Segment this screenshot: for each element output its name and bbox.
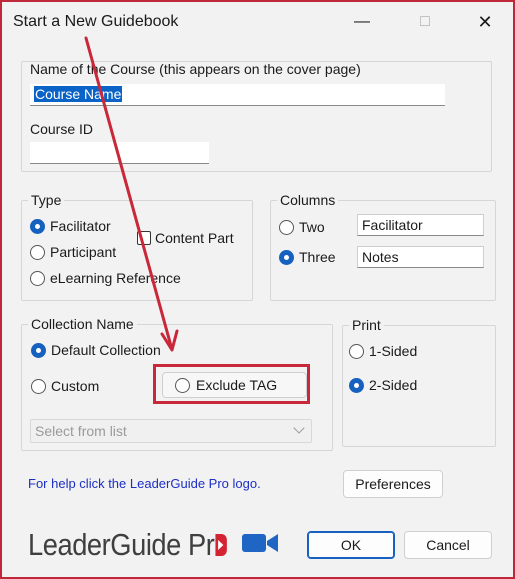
- type-elearning-radio[interactable]: [30, 271, 45, 286]
- type-facilitator-label[interactable]: Facilitator: [50, 218, 111, 234]
- course-id-label: Course ID: [30, 121, 94, 137]
- logo-play-mark-icon: [215, 534, 227, 556]
- print-two-sided-radio[interactable]: [349, 378, 364, 393]
- content-part-label[interactable]: Content Part: [155, 230, 234, 246]
- print-one-sided-radio[interactable]: [349, 344, 364, 359]
- exclude-tag-label: Exclude TAG: [196, 377, 278, 393]
- collection-default-label[interactable]: Default Collection: [51, 342, 161, 358]
- exclude-tag-radio[interactable]: [175, 377, 190, 393]
- columns-two-label[interactable]: Two: [299, 219, 325, 235]
- ok-button[interactable]: OK: [307, 531, 395, 559]
- course-name-value: Course Name: [34, 86, 123, 102]
- columns-three-label[interactable]: Three: [299, 249, 336, 265]
- columns-three-radio[interactable]: [279, 250, 294, 265]
- close-icon[interactable]: ✕: [465, 8, 505, 36]
- collection-custom-radio[interactable]: [31, 379, 46, 394]
- dialog-window: Start a New Guidebook — □ ✕ Name of the …: [0, 0, 515, 579]
- video-camera-icon[interactable]: [241, 531, 279, 555]
- print-two-sided-label[interactable]: 2-Sided: [369, 377, 417, 393]
- type-elearning-label[interactable]: eLearning Reference: [50, 270, 181, 286]
- window-title: Start a New Guidebook: [13, 13, 179, 30]
- print-one-sided-label[interactable]: 1-Sided: [369, 343, 417, 359]
- type-facilitator-radio[interactable]: [30, 219, 45, 234]
- collection-default-radio[interactable]: [31, 343, 46, 358]
- course-id-input[interactable]: [30, 142, 209, 164]
- course-name-label: Name of the Course (this appears on the …: [30, 61, 361, 77]
- collection-legend: Collection Name: [31, 316, 134, 332]
- leaderguide-logo[interactable]: LeaderGuide Pr: [28, 525, 227, 565]
- course-name-input[interactable]: Course Name: [30, 84, 445, 106]
- print-legend: Print: [352, 317, 381, 333]
- columns-two-input[interactable]: Facilitator: [357, 214, 484, 236]
- collection-custom-label[interactable]: Custom: [51, 378, 99, 394]
- help-text[interactable]: For help click the LeaderGuide Pro logo.: [28, 476, 261, 491]
- print-group: Print: [342, 317, 496, 447]
- type-participant-label[interactable]: Participant: [50, 244, 116, 260]
- chevron-down-icon: [293, 422, 305, 434]
- collection-select-placeholder: Select from list: [35, 423, 127, 439]
- columns-two-radio[interactable]: [279, 220, 294, 235]
- preferences-button[interactable]: Preferences: [343, 470, 443, 498]
- columns-three-input[interactable]: Notes: [357, 246, 484, 268]
- cancel-button[interactable]: Cancel: [404, 531, 492, 559]
- title-bar: Start a New Guidebook — □ ✕: [2, 2, 513, 42]
- minimize-icon[interactable]: —: [342, 8, 382, 36]
- exclude-tag-toggle[interactable]: Exclude TAG: [162, 372, 307, 398]
- type-participant-radio[interactable]: [30, 245, 45, 260]
- maximize-icon[interactable]: □: [405, 8, 445, 36]
- logo-text: LeaderGuide Pr: [28, 527, 215, 562]
- columns-legend: Columns: [280, 192, 336, 208]
- collection-select[interactable]: Select from list: [30, 419, 312, 443]
- type-legend: Type: [31, 192, 62, 208]
- content-part-checkbox[interactable]: [137, 231, 151, 245]
